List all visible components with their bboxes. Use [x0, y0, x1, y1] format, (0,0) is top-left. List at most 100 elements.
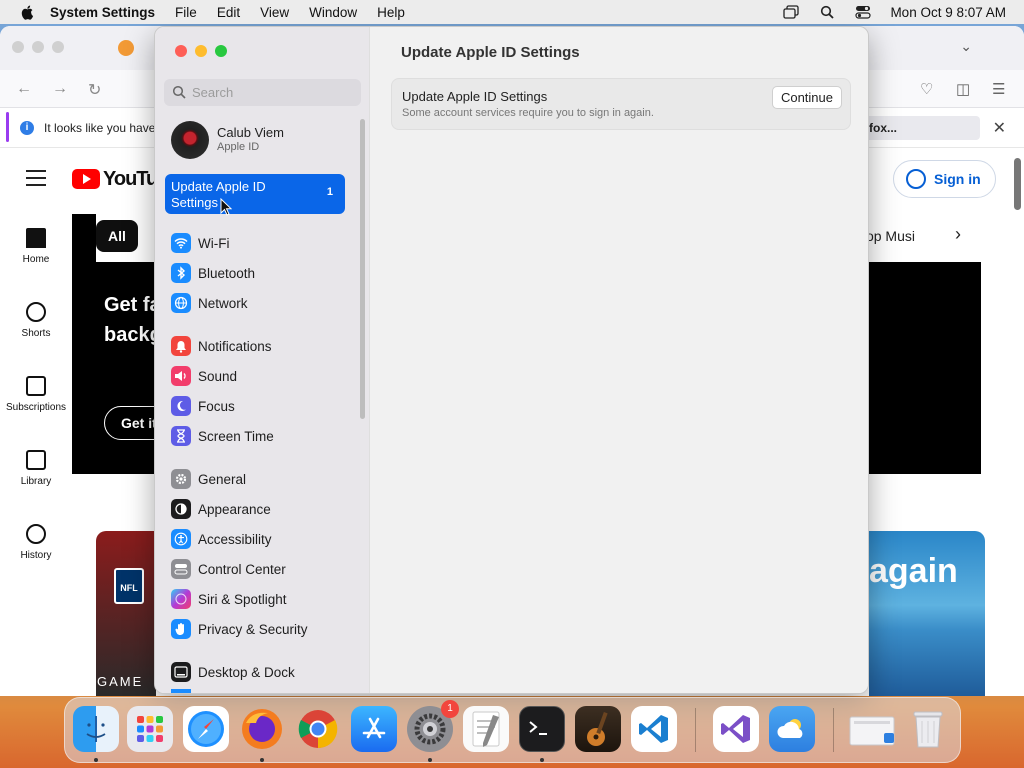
- yt-nav-label: Library: [20, 476, 52, 487]
- dock: 1: [64, 697, 961, 763]
- stage-manager-icon[interactable]: [782, 4, 800, 20]
- avatar: [171, 121, 209, 159]
- dock-separator: [833, 708, 834, 752]
- card-subtitle: Some account services require you to sig…: [402, 107, 654, 119]
- zoom-window-button[interactable]: [215, 45, 227, 57]
- menu-window[interactable]: Window: [309, 5, 357, 20]
- terminal-icon[interactable]: [519, 706, 565, 752]
- chrome-icon[interactable]: [295, 706, 341, 752]
- chip-all[interactable]: All: [96, 220, 138, 252]
- control-center-menu-icon[interactable]: [854, 4, 872, 20]
- account-subtitle: Apple ID: [217, 141, 260, 153]
- sidebar-item-siri-spotlight[interactable]: Siri & Spotlight: [171, 588, 351, 610]
- menu-file[interactable]: File: [175, 5, 197, 20]
- reload-icon[interactable]: ↻: [88, 80, 101, 100]
- page-scrollbar[interactable]: [1014, 158, 1021, 210]
- pocket-icon[interactable]: ♡: [920, 80, 933, 98]
- sign-in-button[interactable]: Sign in: [893, 160, 996, 198]
- app-store-icon[interactable]: [351, 706, 397, 752]
- search-input[interactable]: [192, 83, 352, 102]
- update-apple-id-card: Update Apple ID Settings Some account se…: [391, 78, 851, 130]
- downloads-icon[interactable]: [847, 706, 899, 752]
- sidebar-item-network[interactable]: Network: [171, 292, 351, 314]
- finder-icon[interactable]: [73, 706, 119, 752]
- sidebar-item-sound[interactable]: Sound: [171, 365, 351, 387]
- nfl-logo: NFL: [114, 568, 144, 604]
- yt-nav-home[interactable]: Home: [0, 228, 72, 265]
- sidebar-item-update-apple-id[interactable]: Update Apple ID Settings 1: [165, 174, 345, 214]
- chip-music[interactable]: op Musi: [866, 228, 915, 244]
- continue-button[interactable]: Continue: [771, 86, 842, 109]
- sidebar-item-label: Screen Time: [198, 428, 274, 444]
- notification-count-badge: 1: [326, 186, 333, 198]
- sidebar-item-label: Accessibility: [198, 531, 272, 547]
- menu-help[interactable]: Help: [377, 5, 405, 20]
- running-indicator: [260, 758, 264, 762]
- sidebar-item-wifi[interactable]: Wi-Fi: [171, 232, 351, 254]
- sidebar-item-privacy-security[interactable]: Privacy & Security: [171, 618, 351, 640]
- appearance-icon: [171, 499, 191, 519]
- yt-nav-label: Shorts: [21, 328, 51, 339]
- sidebar-item-label: Notifications: [198, 338, 272, 354]
- system-settings-icon[interactable]: 1: [407, 700, 459, 752]
- system-settings-window: Calub Viem Apple ID Update Apple ID Sett…: [154, 26, 869, 694]
- notice-action-label[interactable]: fox...: [869, 121, 897, 135]
- sidebar-item-accessibility[interactable]: Accessibility: [171, 528, 351, 550]
- close-window-button[interactable]: [175, 45, 187, 57]
- control-center-icon: [171, 559, 191, 579]
- search-icon: [172, 85, 186, 99]
- browser-traffic-lights: [12, 41, 64, 53]
- forward-icon[interactable]: →: [52, 80, 68, 98]
- bluetooth-icon: [171, 263, 191, 283]
- sidebar-item-focus[interactable]: Focus: [171, 395, 351, 417]
- subscriptions-icon: [26, 376, 46, 396]
- safari-icon[interactable]: [183, 706, 229, 752]
- gear-icon: [171, 469, 191, 489]
- apple-id-account[interactable]: Calub Viem Apple ID: [171, 121, 351, 161]
- extensions-icon[interactable]: ◫: [956, 80, 970, 98]
- menu-edit[interactable]: Edit: [217, 5, 240, 20]
- weather-icon[interactable]: [769, 706, 815, 752]
- firefox-icon[interactable]: [239, 706, 285, 752]
- sidebar-item-label: Privacy & Security: [198, 621, 308, 637]
- chevron-right-icon[interactable]: ›: [955, 224, 961, 245]
- garageband-icon[interactable]: [575, 706, 621, 752]
- firefox-tab-icon[interactable]: [118, 40, 134, 56]
- close-icon[interactable]: ✕: [993, 118, 1006, 138]
- yt-nav-subscriptions[interactable]: Subscriptions: [0, 376, 72, 413]
- video-thumbnail[interactable]: [96, 531, 156, 696]
- thumbnail-text: again: [869, 552, 958, 590]
- menu-app-name[interactable]: System Settings: [50, 5, 155, 20]
- sidebar-item-notifications[interactable]: Notifications: [171, 335, 351, 357]
- globe-icon: [171, 293, 191, 313]
- sidebar-item-general[interactable]: General: [171, 468, 351, 490]
- minimize-window-button[interactable]: [195, 45, 207, 57]
- hamburger-menu-icon[interactable]: [26, 170, 46, 191]
- tab-list-chevron-icon[interactable]: ⌄: [960, 38, 972, 55]
- menu-view[interactable]: View: [260, 5, 289, 20]
- visual-studio-icon[interactable]: [713, 706, 759, 752]
- textedit-icon[interactable]: [463, 706, 509, 752]
- app-menu-icon[interactable]: ☰: [992, 80, 1005, 98]
- yt-nav-shorts[interactable]: Shorts: [0, 302, 72, 339]
- launchpad-icon[interactable]: [127, 706, 173, 752]
- sidebar-item-label: Network: [198, 295, 248, 311]
- back-icon[interactable]: ←: [16, 80, 32, 98]
- spotlight-search-icon[interactable]: [818, 4, 836, 20]
- sidebar-item-control-center[interactable]: Control Center: [171, 558, 351, 580]
- youtube-logo-icon[interactable]: [72, 169, 100, 189]
- sidebar-item-bluetooth[interactable]: Bluetooth: [171, 262, 351, 284]
- sidebar-scrollbar[interactable]: [360, 119, 365, 419]
- trash-icon[interactable]: [905, 706, 951, 752]
- home-icon: [26, 228, 46, 248]
- history-icon: [26, 524, 46, 544]
- sidebar-item-screen-time[interactable]: Screen Time: [171, 425, 351, 447]
- menu-clock[interactable]: Mon Oct 9 8:07 AM: [890, 5, 1006, 20]
- apple-menu-icon[interactable]: [20, 4, 36, 20]
- sidebar-item-appearance[interactable]: Appearance: [171, 498, 351, 520]
- yt-nav-history[interactable]: History: [0, 524, 72, 561]
- yt-nav-library[interactable]: Library: [0, 450, 72, 487]
- vscode-icon[interactable]: [631, 706, 677, 752]
- sidebar-item-partial[interactable]: [171, 689, 351, 693]
- sidebar-item-desktop-dock[interactable]: Desktop & Dock: [171, 661, 351, 683]
